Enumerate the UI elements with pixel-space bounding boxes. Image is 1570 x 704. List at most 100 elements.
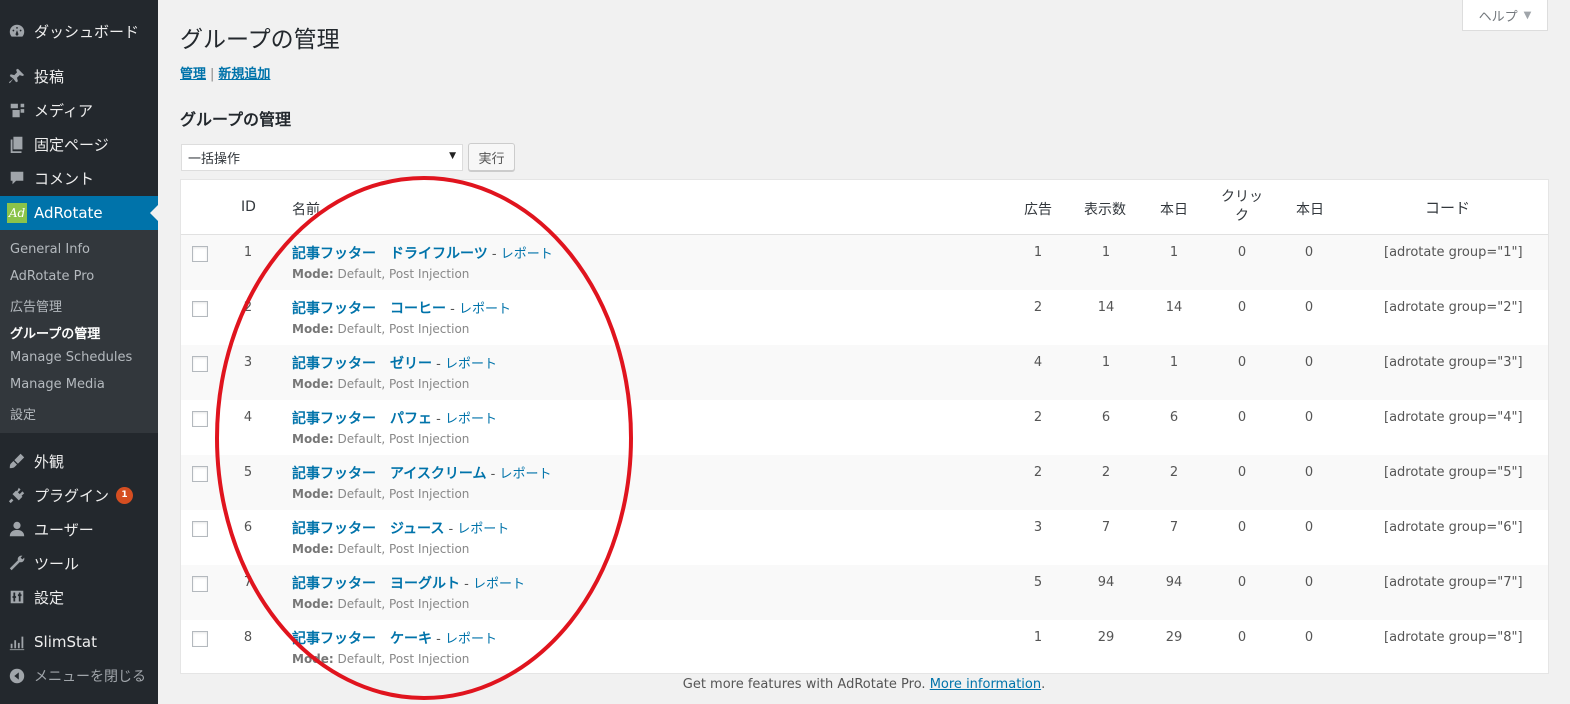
cell-clicks: 0 xyxy=(1237,245,1247,260)
table-row: 8 記事フッター ケーキ - レポート Mode: Default, Post In… xyxy=(181,620,1548,675)
menu-settings[interactable]: 設定 xyxy=(0,580,158,614)
report-link[interactable]: レポート xyxy=(445,412,497,427)
row-checkbox[interactable] xyxy=(192,246,208,262)
cell-today2: 0 xyxy=(1304,355,1314,370)
row-checkbox[interactable] xyxy=(192,631,208,647)
cell-today2: 0 xyxy=(1304,300,1314,315)
table-row: 7 記事フッター ヨーグルト - レポート Mode: Default, Post … xyxy=(181,565,1548,620)
report-link[interactable]: レポート xyxy=(457,522,509,537)
menu-dashboard[interactable]: ダッシュボード xyxy=(0,14,158,48)
row-checkbox[interactable] xyxy=(192,356,208,372)
group-name-link[interactable]: 記事フッター コーヒー xyxy=(292,301,446,317)
name-separator: - xyxy=(446,302,459,317)
add-new-link[interactable]: 新規追加 xyxy=(218,67,270,82)
cell-clicks: 0 xyxy=(1237,465,1247,480)
menu-label: 設定 xyxy=(34,588,65,607)
submenu-manage-media[interactable]: Manage Media xyxy=(10,377,105,392)
cell-ads: 2 xyxy=(1033,465,1043,480)
cell-name: 記事フッター パフェ - レポート Mode: Default, Post Inj… xyxy=(292,408,497,446)
mode-value: Default, Post Injection xyxy=(337,487,470,501)
mode-label: Mode: xyxy=(292,542,334,556)
dropdown-arrow-icon: ▼ xyxy=(449,151,456,161)
row-checkbox[interactable] xyxy=(192,521,208,537)
report-link[interactable]: レポート xyxy=(459,302,511,317)
menu-label: ツール xyxy=(34,554,80,573)
mode-label: Mode: xyxy=(292,487,334,501)
menu-adrotate[interactable]: Ad AdRotate xyxy=(0,196,158,230)
report-link[interactable]: レポート xyxy=(499,467,551,482)
menu-comments[interactable]: コメント xyxy=(0,161,158,195)
cell-name: 記事フッター ドライフルーツ - レポート Mode: Default, Post… xyxy=(292,243,553,281)
menu-tools[interactable]: ツール xyxy=(0,546,158,580)
submenu-manage-groups[interactable]: グループの管理 xyxy=(10,323,100,342)
menu-media[interactable]: メディア xyxy=(0,93,158,127)
cell-ads: 1 xyxy=(1033,630,1043,645)
submenu-general-info[interactable]: General Info xyxy=(10,242,90,257)
mode-label: Mode: xyxy=(292,322,334,336)
row-checkbox[interactable] xyxy=(192,411,208,427)
cell-id: 7 xyxy=(243,575,253,590)
row-checkbox[interactable] xyxy=(192,576,208,592)
menu-users[interactable]: ユーザー xyxy=(0,512,158,546)
cell-shortcode: [adrotate group="1"] xyxy=(1384,245,1523,260)
wrench-icon xyxy=(0,554,34,572)
report-link[interactable]: レポート xyxy=(445,357,497,372)
submenu-settings[interactable]: 設定 xyxy=(10,404,36,423)
menu-pages[interactable]: 固定ページ xyxy=(0,127,158,161)
group-mode: Mode: Default, Post Injection xyxy=(292,377,497,391)
apply-button[interactable]: 実行 xyxy=(468,143,515,171)
group-name-link[interactable]: 記事フッター ドライフルーツ xyxy=(292,246,488,262)
cell-id: 6 xyxy=(243,520,253,535)
group-name-link[interactable]: 記事フッター ゼリー xyxy=(292,356,432,372)
cell-today2: 0 xyxy=(1304,410,1314,425)
submenu-adrotate-pro[interactable]: AdRotate Pro xyxy=(10,269,94,284)
menu-label: ユーザー xyxy=(34,520,94,539)
header-name[interactable]: 名前 xyxy=(292,199,320,219)
report-link[interactable]: レポート xyxy=(445,632,497,647)
settings-icon xyxy=(0,588,34,606)
cell-ads: 2 xyxy=(1033,300,1043,315)
menu-appearance[interactable]: 外観 xyxy=(0,444,158,478)
groups-table: ID 名前 広告 表示数 本日 クリック 本日 コード 1 記事フッター ドライフ… xyxy=(180,179,1549,674)
cell-name: 記事フッター ジュース - レポート Mode: Default, Post In… xyxy=(292,518,509,556)
group-name-link[interactable]: 記事フッター ヨーグルト xyxy=(292,576,460,592)
mode-value: Default, Post Injection xyxy=(337,322,470,336)
group-name-link[interactable]: 記事フッター パフェ xyxy=(292,411,432,427)
report-link[interactable]: レポート xyxy=(501,247,553,262)
media-icon xyxy=(0,101,34,119)
row-checkbox[interactable] xyxy=(192,466,208,482)
mode-value: Default, Post Injection xyxy=(337,377,470,391)
menu-plugins[interactable]: プラグイン 1 xyxy=(0,478,158,512)
group-mode: Mode: Default, Post Injection xyxy=(292,267,553,281)
submenu-manage-schedules[interactable]: Manage Schedules xyxy=(10,350,132,365)
menu-posts[interactable]: 投稿 xyxy=(0,59,158,93)
header-id[interactable]: ID xyxy=(241,199,256,215)
cell-id: 3 xyxy=(243,355,253,370)
cell-shortcode: [adrotate group="8"] xyxy=(1384,630,1523,645)
mode-label: Mode: xyxy=(292,267,334,281)
more-information-link[interactable]: More information xyxy=(930,677,1041,692)
bulk-action-select[interactable]: 一括操作 ▼ xyxy=(181,144,463,171)
submenu-manage-ads[interactable]: 広告管理 xyxy=(10,296,62,315)
cell-shortcode: [adrotate group="2"] xyxy=(1384,300,1523,315)
manage-link[interactable]: 管理 xyxy=(180,67,206,82)
group-name-link[interactable]: 記事フッター ジュース xyxy=(292,521,444,537)
table-row: 5 記事フッター アイスクリーム - レポート Mode: Default, Pos… xyxy=(181,455,1548,510)
row-checkbox[interactable] xyxy=(192,301,208,317)
report-link[interactable]: レポート xyxy=(473,577,525,592)
header-code: コード xyxy=(1425,199,1471,217)
cell-ads: 2 xyxy=(1033,410,1043,425)
help-tab[interactable]: ヘルプ ▼ xyxy=(1462,0,1548,31)
pages-icon xyxy=(0,135,34,153)
group-name-link[interactable]: 記事フッター ケーキ xyxy=(292,631,432,647)
mode-label: Mode: xyxy=(292,597,334,611)
cell-today2: 0 xyxy=(1304,465,1314,480)
cell-id: 2 xyxy=(243,300,253,315)
group-name-link[interactable]: 記事フッター アイスクリーム xyxy=(292,466,486,482)
cell-today2: 0 xyxy=(1304,575,1314,590)
menu-slimstat[interactable]: SlimStat xyxy=(0,625,158,659)
admin-sidebar: ダッシュボード 投稿 メディア 固定ページ コメント Ad AdRotate G… xyxy=(0,0,158,704)
cell-shortcode: [adrotate group="3"] xyxy=(1384,355,1523,370)
group-mode: Mode: Default, Post Injection xyxy=(292,597,525,611)
menu-label: 投稿 xyxy=(34,67,65,86)
